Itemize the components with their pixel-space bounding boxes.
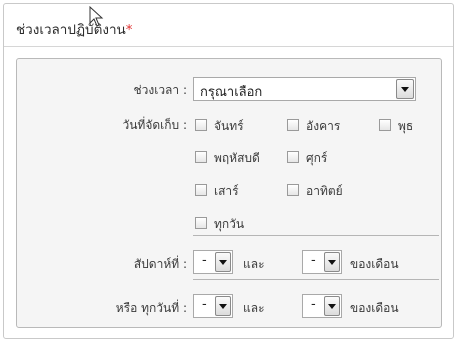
checkbox-everyday[interactable]	[195, 217, 207, 229]
week-to-select[interactable]: -	[302, 250, 342, 274]
row-divider	[193, 235, 439, 236]
week-and-label: และ	[243, 257, 265, 271]
checkbox-wednesday-label: พุธ	[398, 119, 414, 133]
checkbox-monday-label: จันทร์	[214, 119, 244, 133]
title-divider	[4, 46, 453, 47]
checkbox-saturday-label: เสาร์	[214, 184, 239, 198]
chevron-down-icon[interactable]	[324, 296, 340, 316]
period-select-value: กรุณาเลือก	[200, 85, 263, 100]
collect-days-label: วันที่จัดเก็บ :	[122, 118, 187, 132]
mouse-cursor-icon	[89, 6, 104, 27]
chevron-down-icon[interactable]	[215, 296, 231, 316]
section-title: ช่วงเวลาปฏิบัติงาน*	[16, 18, 133, 40]
day-label: หรือ ทุกวันที่ :	[115, 301, 187, 315]
week-from-value: -	[202, 253, 207, 268]
schedule-panel: ช่วงเวลาปฏิบัติงาน* ช่วงเวลา : กรุณาเลือ…	[3, 3, 454, 339]
checkbox-thursday-label: พฤหัสบดี	[214, 151, 260, 165]
checkbox-saturday[interactable]	[195, 184, 207, 196]
day-suffix-label: ของเดือน	[350, 301, 399, 315]
checkbox-tuesday[interactable]	[287, 119, 299, 131]
section-title-text: ช่วงเวลาปฏิบัติงาน	[16, 22, 126, 38]
week-suffix-label: ของเดือน	[350, 257, 399, 271]
day-to-value: -	[311, 297, 316, 312]
schedule-form: ช่วงเวลา : กรุณาเลือก วันที่จัดเก็บ : จั…	[16, 58, 442, 328]
row-divider	[193, 279, 439, 280]
week-label: สัปดาห์ที่ :	[133, 257, 187, 271]
required-mark: *	[125, 22, 133, 38]
chevron-down-icon[interactable]	[396, 79, 414, 99]
week-from-select[interactable]: -	[193, 250, 233, 274]
checkbox-friday-label: ศุกร์	[306, 151, 328, 165]
checkbox-sunday[interactable]	[287, 184, 299, 196]
checkbox-everyday-label: ทุกวัน	[214, 217, 245, 231]
day-from-value: -	[202, 297, 207, 312]
chevron-down-icon[interactable]	[324, 252, 340, 272]
period-select[interactable]: กรุณาเลือก	[193, 77, 416, 101]
day-from-select[interactable]: -	[193, 294, 233, 318]
checkbox-thursday[interactable]	[195, 151, 207, 163]
checkbox-wednesday[interactable]	[379, 119, 391, 131]
checkbox-sunday-label: อาทิตย์	[306, 184, 343, 198]
chevron-down-icon[interactable]	[215, 252, 231, 272]
checkbox-monday[interactable]	[195, 119, 207, 131]
checkbox-tuesday-label: อังคาร	[306, 119, 341, 133]
period-label: ช่วงเวลา :	[133, 83, 187, 97]
checkbox-friday[interactable]	[287, 151, 299, 163]
week-to-value: -	[311, 253, 316, 268]
day-and-label: และ	[243, 301, 265, 315]
day-to-select[interactable]: -	[302, 294, 342, 318]
